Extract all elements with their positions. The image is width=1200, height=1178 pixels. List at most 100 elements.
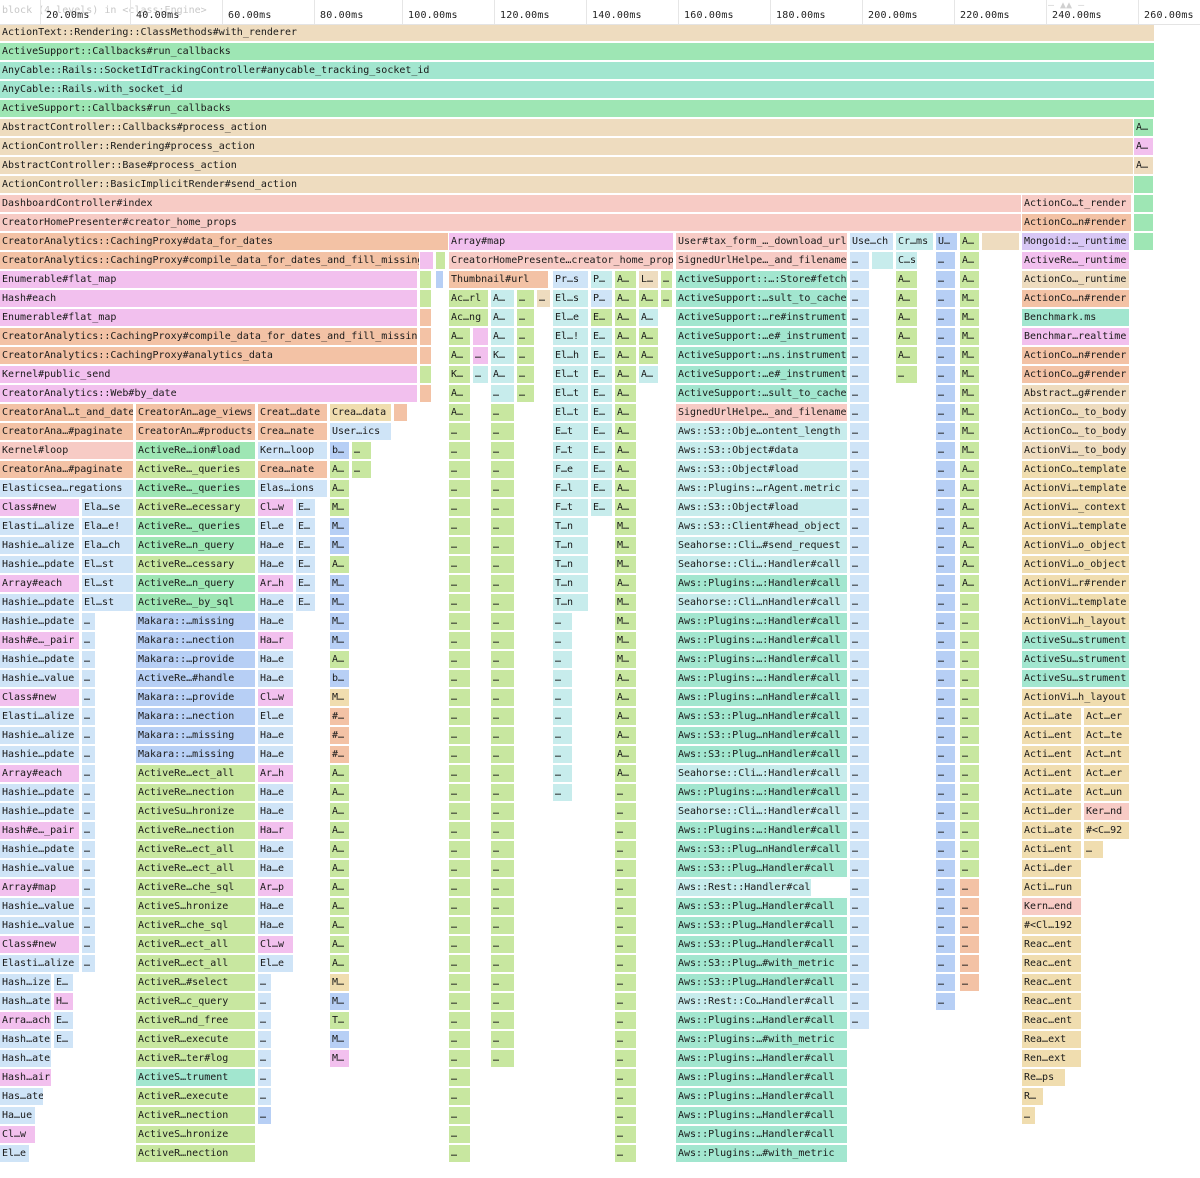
flame-frame[interactable]: Seahorse::Cli…:Handler#call	[676, 556, 848, 573]
flame-frame[interactable]: Hashie…pdate	[0, 746, 80, 763]
flame-frame[interactable]: El…st	[82, 575, 134, 592]
flame-frame[interactable]: Hashie…value	[0, 898, 80, 915]
flame-frame[interactable]: …	[615, 879, 637, 896]
flame-frame[interactable]: F…t	[553, 499, 589, 516]
flame-frame[interactable]: Hashie…pdate	[0, 594, 80, 611]
flame-frame[interactable]: CreatorAnal…t_and_date	[0, 404, 134, 421]
flame-frame[interactable]: ActionVi…template	[1022, 594, 1130, 611]
flame-frame[interactable]: A…	[960, 233, 980, 250]
flame-frame[interactable]: El…e	[0, 1145, 30, 1162]
flame-frame[interactable]: A…	[896, 290, 918, 307]
flame-frame[interactable]: Ela…ch	[82, 537, 134, 554]
flame-frame[interactable]: …	[258, 1069, 272, 1086]
flame-frame[interactable]: Aws::S3::Plug…#with_metric	[676, 955, 848, 972]
flame-frame[interactable]: …	[449, 1050, 471, 1067]
flame-frame[interactable]: …	[449, 575, 471, 592]
flame-frame[interactable]: E…	[591, 442, 613, 459]
flame-frame[interactable]: A…	[639, 309, 659, 326]
flame-frame[interactable]: Aws::Plugins:…rAgent.metric	[676, 480, 848, 497]
flame-frame[interactable]: Elasti…alize	[0, 955, 80, 972]
flame-frame[interactable]: El…e	[258, 955, 294, 972]
flame-frame[interactable]: …	[491, 404, 515, 421]
flame-frame[interactable]: …	[850, 727, 870, 744]
flame-frame[interactable]: A…	[639, 290, 659, 307]
flame-frame[interactable]	[872, 252, 894, 269]
flame-frame[interactable]: A…	[330, 955, 350, 972]
flame-frame[interactable]: Hashie…pdate	[0, 803, 80, 820]
flame-frame[interactable]: Aws::S3::Plug…nHandler#call	[676, 841, 848, 858]
flame-frame[interactable]: …	[491, 480, 515, 497]
flame-frame[interactable]: Hash#e…_pair	[0, 632, 80, 649]
flame-frame[interactable]: Hash…ize	[0, 974, 52, 991]
flame-frame[interactable]	[420, 328, 432, 345]
flame-frame[interactable]: Aws::S3::Plug…Handler#call	[676, 860, 848, 877]
flame-frame[interactable]: El…e	[258, 518, 294, 535]
flame-frame[interactable]: …	[960, 898, 980, 915]
flame-frame[interactable]: Cr…ms	[896, 233, 934, 250]
flame-frame[interactable]: A…	[330, 879, 350, 896]
flame-frame[interactable]: Hashie…value	[0, 860, 80, 877]
flame-frame[interactable]: A…	[615, 689, 637, 706]
flame-frame[interactable]	[473, 328, 489, 345]
flame-frame[interactable]: ActiveSupport::Callbacks#run_callbacks	[0, 43, 1155, 60]
flame-frame[interactable]: …	[449, 898, 471, 915]
flame-frame[interactable]: E…	[591, 461, 613, 478]
flame-frame[interactable]: …	[449, 841, 471, 858]
flame-frame[interactable]: A…	[896, 328, 918, 345]
flame-frame[interactable]: …	[491, 556, 515, 573]
flame-frame[interactable]: Elasti…alize	[0, 708, 80, 725]
flame-frame[interactable]: Aws::Plugins:…Handler#call	[676, 1069, 848, 1086]
flame-frame[interactable]: T…	[330, 1012, 350, 1029]
flame-frame[interactable]: …	[850, 670, 870, 687]
flame-frame[interactable]: …	[615, 1107, 637, 1124]
flame-frame[interactable]: …	[449, 822, 471, 839]
flame-frame[interactable]: K…	[449, 366, 471, 383]
flame-frame[interactable]: …	[82, 898, 96, 915]
flame-frame[interactable]: …	[491, 594, 515, 611]
flame-frame[interactable]: …	[936, 651, 956, 668]
flame-frame[interactable]: El…!	[553, 328, 589, 345]
flame-frame[interactable]: A…	[330, 822, 350, 839]
flame-frame[interactable]: …	[517, 385, 535, 402]
flame-frame[interactable]: Hashie…pdate	[0, 613, 80, 630]
flame-frame[interactable]: …	[352, 442, 372, 459]
flame-frame[interactable]: …	[850, 537, 870, 554]
flame-frame[interactable]: A…	[330, 461, 350, 478]
flame-frame[interactable]: AnyCable::Rails::SocketIdTrackingControl…	[0, 62, 1155, 79]
flame-frame[interactable]: …	[449, 974, 471, 991]
flame-frame[interactable]: …	[517, 328, 535, 345]
flame-frame[interactable]: Acti…der	[1022, 860, 1082, 877]
flame-frame[interactable]: Aws::Rest::Handler#call	[676, 879, 812, 896]
flame-frame[interactable]: A…	[330, 765, 350, 782]
flame-frame[interactable]: ActiveRe…_by_sql	[136, 594, 256, 611]
flame-frame[interactable]: ActiveSupport:…e#_instrument	[676, 328, 848, 345]
flame-frame[interactable]: …	[850, 480, 870, 497]
flame-frame[interactable]: M…	[615, 537, 637, 554]
flame-frame[interactable]: A…	[615, 708, 637, 725]
flame-frame[interactable]: …	[82, 651, 96, 668]
flame-frame[interactable]: A…	[615, 765, 637, 782]
flame-frame[interactable]: …	[491, 1050, 515, 1067]
flame-frame[interactable]: A…	[330, 784, 350, 801]
flame-frame[interactable]: User…ics	[330, 423, 392, 440]
flame-frame[interactable]: Ar…h	[258, 765, 294, 782]
flame-frame[interactable]: A…	[615, 328, 637, 345]
flame-frame[interactable]	[1134, 195, 1154, 212]
flame-frame[interactable]: …	[661, 271, 673, 288]
flame-frame[interactable]: …	[449, 917, 471, 934]
flame-frame[interactable]: …	[449, 1069, 471, 1086]
flame-frame[interactable]: …	[491, 423, 515, 440]
flame-frame[interactable]: …	[850, 328, 870, 345]
flame-frame[interactable]: ActiveRe…ect_all	[136, 860, 256, 877]
flame-frame[interactable]: …	[960, 803, 980, 820]
flame-frame[interactable]: Ha…e	[258, 537, 294, 554]
flame-frame[interactable]: …	[850, 594, 870, 611]
flame-frame[interactable]: ActiveR…execute	[136, 1088, 256, 1105]
flame-frame[interactable]: …	[82, 784, 96, 801]
flame-frame[interactable]: …	[449, 746, 471, 763]
flame-frame[interactable]: …	[936, 670, 956, 687]
flame-frame[interactable]: Aws::Plugins:…:Handler#call	[676, 575, 848, 592]
flame-frame[interactable]: Act…er	[1084, 765, 1130, 782]
flame-frame[interactable]: …	[850, 404, 870, 421]
flame-frame[interactable]: Reac…ent	[1022, 993, 1082, 1010]
